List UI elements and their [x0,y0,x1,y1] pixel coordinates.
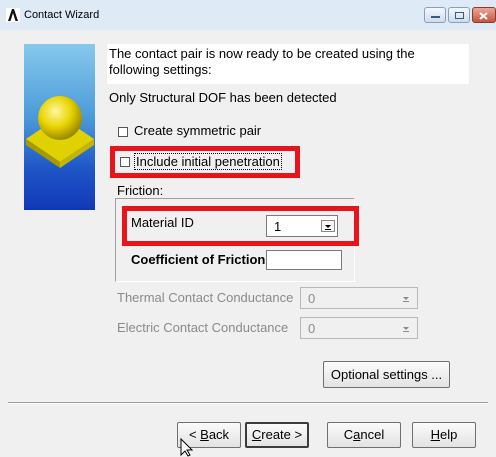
cancel-button[interactable]: Cancel [327,422,401,448]
dropdown-arrow-icon [403,327,409,332]
cancel-pre: C [343,427,354,442]
electric-conductance-value: 0 [308,321,316,336]
initial-penetration-label[interactable]: Include initial penetration [134,153,282,170]
mouse-cursor-icon [180,438,194,457]
material-id-value: 1 [274,219,282,234]
minimize-icon [431,16,440,18]
thermal-conductance-select[interactable]: 0 [300,287,418,309]
wizard-banner [24,44,95,210]
friction-group-label: Friction: [117,183,164,198]
coefficient-input[interactable] [266,250,342,270]
close-icon [479,12,488,20]
cancel-rest: ncel [360,427,385,442]
help-button[interactable]: Help [412,422,476,448]
create-button[interactable]: Create > [245,422,309,448]
dof-note: Only Structural DOF has been detected [109,90,337,105]
back-rest: ack [208,427,230,442]
initial-penetration-checkbox[interactable] [120,157,130,167]
contact-sphere-icon [26,96,94,168]
thermal-conductance-label: Thermal Contact Conductance [117,290,294,305]
help-rest: elp [440,427,458,442]
coefficient-label: Coefficient of Friction [131,252,266,267]
dropdown-arrow-icon [321,220,335,232]
symmetric-pair-checkbox[interactable] [118,127,128,137]
close-button[interactable] [472,7,496,23]
electric-conductance-select[interactable]: 0 [300,317,418,339]
material-id-label: Material ID [131,215,194,230]
separator [8,402,488,404]
title-bar: Contact Wizard [0,0,496,30]
symmetric-pair-label[interactable]: Create symmetric pair [134,123,261,138]
material-id-select[interactable]: 1 [266,215,338,237]
ansys-logo-icon [6,8,20,22]
create-rest: reate > [261,427,303,442]
back-mnemonic: B [200,427,209,442]
thermal-conductance-value: 0 [308,291,316,306]
window-title: Contact Wizard [24,9,100,21]
intro-text: The contact pair is now ready to be crea… [109,46,415,77]
help-mnemonic: H [430,427,441,442]
electric-conductance-label: Electric Contact Conductance [117,320,289,335]
minimize-button[interactable] [424,7,446,23]
create-mnemonic: C [251,427,262,442]
maximize-button[interactable] [448,7,470,23]
maximize-icon [455,12,464,19]
dropdown-arrow-icon [403,297,409,302]
optional-settings-button[interactable]: Optional settings ... [323,361,450,388]
